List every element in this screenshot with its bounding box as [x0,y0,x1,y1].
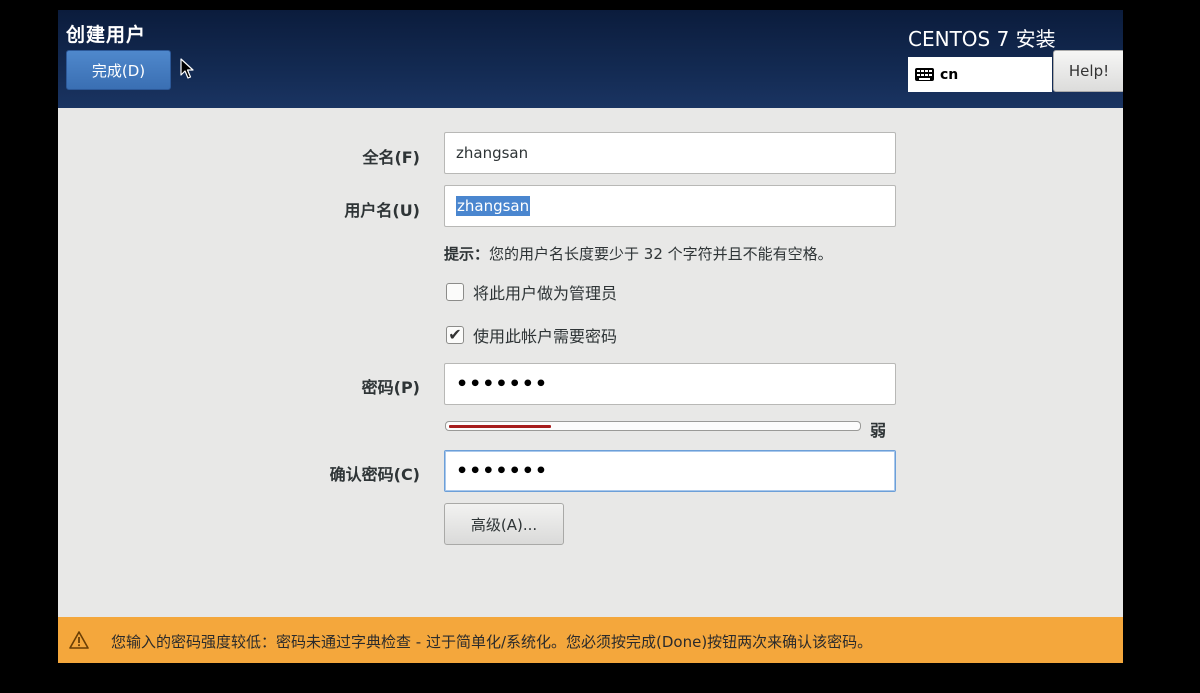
keyboard-icon [915,68,934,81]
admin-checkbox-label: 将此用户做为管理员 [473,284,618,303]
username-hint: 提示：您的用户名长度要少于 32 个字符并且不能有空格。 [444,243,833,264]
password-strength-label: 弱 [870,421,887,440]
done-button[interactable]: 完成(D) [66,50,171,90]
require-password-checkbox[interactable]: ✔ [446,326,464,344]
password-strength-bar [445,421,861,431]
fullname-field[interactable]: zhangsan [444,132,896,174]
mouse-cursor-icon [180,58,194,79]
keyboard-layout-label: cn [940,66,959,83]
confirm-password-mask: ••••••• [456,460,549,482]
header-bar: 创建用户 完成(D) CENTOS 7 安装 cn Help! [58,10,1123,108]
confirm-password-field[interactable]: ••••••• [444,450,896,492]
help-button[interactable]: Help! [1053,50,1123,92]
password-mask: ••••••• [456,373,549,395]
password-label: 密码(P) [361,378,420,397]
advanced-button[interactable]: 高级(A)... [444,503,564,545]
warning-icon [69,631,89,649]
product-title: CENTOS 7 安装 [908,27,1056,51]
installer-window: 创建用户 完成(D) CENTOS 7 安装 cn Help! 全名(F) zh… [58,10,1123,663]
confirm-password-label: 确认密码(C) [329,465,420,484]
admin-checkbox[interactable] [446,283,464,301]
page-title: 创建用户 [66,24,147,46]
keyboard-layout-indicator[interactable]: cn [908,57,1052,92]
username-label: 用户名(U) [344,201,420,220]
password-field[interactable]: ••••••• [444,363,896,405]
password-strength-fill [449,425,551,428]
username-value: zhangsan [456,196,531,216]
fullname-label: 全名(F) [362,148,420,167]
username-field[interactable]: zhangsan [444,185,896,227]
require-password-label: 使用此帐户需要密码 [473,327,618,346]
warning-bar: 您输入的密码强度较低：密码未通过字典检查 - 过于简单化/系统化。您必须按完成(… [58,617,1123,663]
require-password-row[interactable]: ✔ 使用此帐户需要密码 [446,323,617,347]
warning-text: 您输入的密码强度较低：密码未通过字典检查 - 过于简单化/系统化。您必须按完成(… [111,633,873,651]
hint-prefix: 提示： [444,245,490,263]
admin-checkbox-row[interactable]: 将此用户做为管理员 [446,280,617,304]
hint-text: 您的用户名长度要少于 32 个字符并且不能有空格。 [489,245,833,263]
fullname-value: zhangsan [456,144,529,162]
